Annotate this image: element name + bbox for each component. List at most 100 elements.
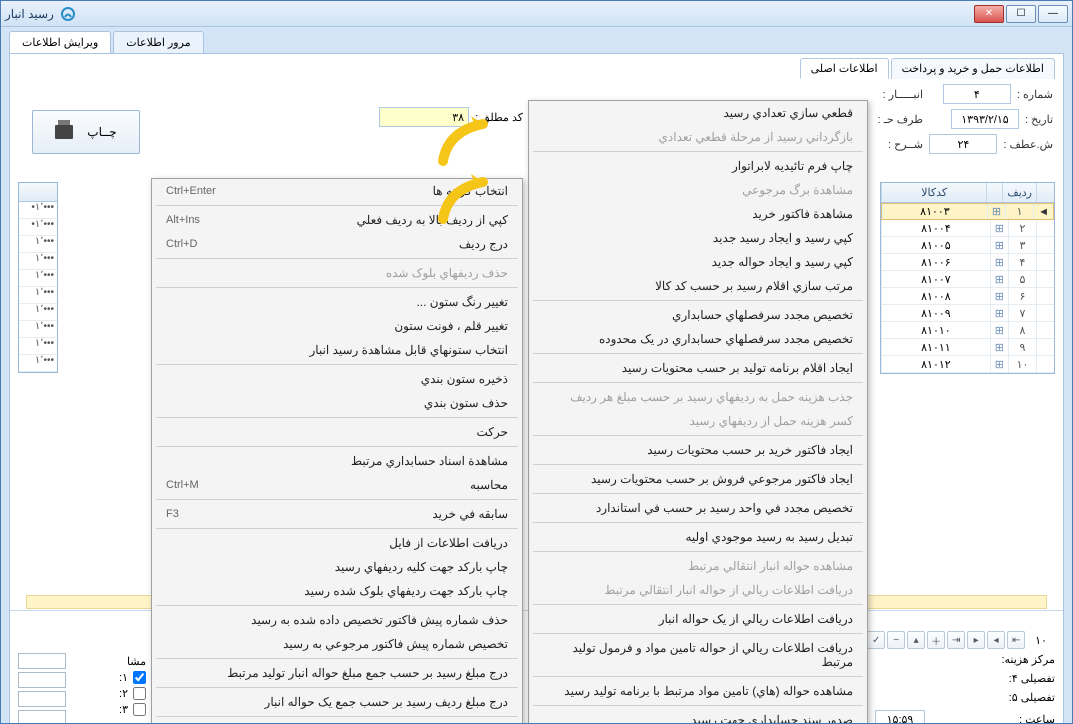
expand-icon[interactable]: ⊞ <box>987 204 1005 219</box>
tab-main[interactable]: اطلاعات اصلی <box>800 58 889 79</box>
nav-next[interactable]: ▸ <box>967 631 985 649</box>
colorbox-4[interactable] <box>18 710 66 724</box>
maximize-button[interactable]: ☐ <box>1006 5 1036 23</box>
expand-icon[interactable]: ⊞ <box>990 339 1008 355</box>
chk-3[interactable]: ۳: <box>86 703 146 716</box>
minimize-button[interactable]: — <box>1038 5 1068 23</box>
menu-separator <box>533 435 863 436</box>
tab-browse[interactable]: مرور اطلاعات <box>113 31 203 53</box>
menu-item[interactable]: چاپ بارکد جهت رديفهاي بلوک شده رسيد <box>152 579 522 603</box>
menu-item[interactable]: درج مبلغ رديف رسيد بر حسب جمع يک حواله ا… <box>152 690 522 714</box>
expand-icon[interactable]: ⊞ <box>990 271 1008 287</box>
menu-item[interactable]: درج مبلغ رسيد بر حسب جمع مبلغ حواله انبا… <box>152 661 522 685</box>
table-row[interactable]: ۶⊞۸۱۰۰۸ <box>881 288 1054 305</box>
print-button[interactable]: چــاپ <box>32 110 140 154</box>
menu-item[interactable]: مشاهده حواله (هاي) تامين مواد مرتبط با ب… <box>529 679 867 703</box>
expand-icon[interactable]: ⊞ <box>990 322 1008 338</box>
left-value-cell: ۱٬••• <box>19 253 57 270</box>
colorbox-1[interactable] <box>18 653 66 669</box>
menu-item[interactable]: ذخيره ستون بندي <box>152 367 522 391</box>
nav-prev[interactable]: ◂ <box>987 631 1005 649</box>
input-date[interactable] <box>951 109 1019 129</box>
menu-item[interactable]: تخصيص شماره پيش فاکتور مرجوعي به رسيد <box>152 632 522 656</box>
menu-item[interactable]: چاپ بارکد جهت کليه رديفهاي رسيد <box>152 555 522 579</box>
menu-item[interactable]: درج رديفCtrl+D <box>152 232 522 256</box>
col-code[interactable]: کدکالا <box>881 183 986 202</box>
close-button[interactable]: ✕ <box>974 5 1004 23</box>
menu-item-label: کپي رسيد و ايجاد حواله جديد <box>712 255 853 269</box>
table-row[interactable]: ۳⊞۸۱۰۰۵ <box>881 237 1054 254</box>
menu-item[interactable]: دريافت اطلاعات ريالي از يک حواله انبار <box>529 607 867 631</box>
chk-mosh[interactable]: مشا <box>86 655 146 668</box>
menu-item[interactable]: کپي رسيد و ايجاد رسيد جديد <box>529 226 867 250</box>
menu-item[interactable]: مرتب سازي اقلام رسيد بر حسب کد کالا <box>529 274 867 298</box>
expand-icon[interactable]: ⊞ <box>990 356 1008 372</box>
input-time[interactable] <box>875 710 925 724</box>
menu-item[interactable]: تغيير رنگ ستون ... <box>152 290 522 314</box>
table-row[interactable]: ۸⊞۸۱۰۱۰ <box>881 322 1054 339</box>
expand-icon[interactable]: ⊞ <box>990 254 1008 270</box>
grid-body: ◄۱⊞۸۱۰۰۳۲⊞۸۱۰۰۴۳⊞۸۱۰۰۵۴⊞۸۱۰۰۶۵⊞۸۱۰۰۷۶⊞۸۱… <box>881 203 1054 373</box>
nav-confirm[interactable]: ✓ <box>867 631 885 649</box>
menu-item[interactable]: ايجاد اقلام برنامه توليد بر حسب محتويات … <box>529 356 867 380</box>
printer-icon <box>55 125 73 139</box>
menu-item[interactable]: تخصيص مجدد سرفصلهاي حسابداري <box>529 303 867 327</box>
table-row[interactable]: ۴⊞۸۱۰۰۶ <box>881 254 1054 271</box>
nav-delete[interactable]: − <box>887 631 905 649</box>
nav-last[interactable]: ⇥ <box>947 631 965 649</box>
chk-2[interactable]: ۲: <box>86 687 146 700</box>
colorbox-2[interactable] <box>18 672 66 688</box>
expand-icon[interactable]: ⊞ <box>990 288 1008 304</box>
expand-icon[interactable]: ⊞ <box>990 305 1008 321</box>
tab-transport[interactable]: اطلاعات حمل و خرید و پرداخت <box>891 58 1055 79</box>
cell-code: ۸۱۰۰۷ <box>881 271 990 287</box>
menu-item[interactable]: تغيير قلم ، فونت ستون <box>152 314 522 338</box>
label-cost-center: مرکز هزینه: <box>1001 653 1055 666</box>
menu-item[interactable]: سابقه في خريدF3 <box>152 502 522 526</box>
cell-code: ۸۱۰۱۰ <box>881 322 990 338</box>
chk-1[interactable]: ۱: <box>86 671 146 684</box>
menu-item[interactable]: کپي رسيد و ايجاد حواله جديد <box>529 250 867 274</box>
table-row[interactable]: ۲⊞۸۱۰۰۴ <box>881 220 1054 237</box>
tab-edit[interactable]: ویرایش اطلاعات <box>9 31 111 53</box>
table-row[interactable]: ۱۰⊞۸۱۰۱۲ <box>881 356 1054 373</box>
menu-item[interactable]: مشاهده کاردکس <box>152 719 522 724</box>
expand-icon[interactable]: ⊞ <box>990 220 1008 236</box>
menu-item[interactable]: صدور سند حسابداري جهت رسيد <box>529 708 867 724</box>
table-row[interactable]: ۹⊞۸۱۰۱۱ <box>881 339 1054 356</box>
col-arrow <box>1036 183 1054 202</box>
menu-item[interactable]: حذف شماره پيش فاکتور تخصيص داده شده به ر… <box>152 608 522 632</box>
menu-item[interactable]: ايجاد فاكتور خريد بر حسب محتويات رسيد <box>529 438 867 462</box>
expand-icon[interactable]: ⊞ <box>990 237 1008 253</box>
table-row[interactable]: ۷⊞۸۱۰۰۹ <box>881 305 1054 322</box>
input-atf[interactable] <box>929 134 997 154</box>
menu-item[interactable]: محاسبهCtrl+M <box>152 473 522 497</box>
row-indicator <box>1036 305 1054 321</box>
menu-item[interactable]: دريافت اطلاعات از فايل <box>152 531 522 555</box>
colorbox-3[interactable] <box>18 691 66 707</box>
menu-item-label: محاسبه <box>470 478 508 492</box>
menu-item[interactable]: تبديل رسيد به رسيد موجودي اوليه <box>529 525 867 549</box>
menu-item[interactable]: انتخاب ستونهاي قابل مشاهدة رسيد انبار <box>152 338 522 362</box>
menu-item[interactable]: دريافت اطلاعات ريالي از حواله تامين مواد… <box>529 636 867 674</box>
menu-item[interactable]: مشاهدة اسناد حسابداري مرتبط <box>152 449 522 473</box>
menu-item[interactable]: تخصيص مجدد سرفصلهاي حسابداري در یک محدود… <box>529 327 867 351</box>
table-row[interactable]: ◄۱⊞۸۱۰۰۳ <box>881 203 1054 220</box>
nav-add[interactable]: ＋ <box>927 631 945 649</box>
col-row[interactable]: ردیف <box>1002 183 1036 202</box>
print-label: چــاپ <box>87 125 116 139</box>
app-icon <box>60 6 76 22</box>
menu-item[interactable]: تخصيص مجدد في واحد رسيد بر حسب في استاند… <box>529 496 867 520</box>
menu-item[interactable]: قطعي سازي تعدادي رسيد <box>529 101 867 125</box>
cell-index: ۳ <box>1008 237 1036 253</box>
menu-item[interactable]: چاپ فرم تائيديه لابراتوار <box>529 154 867 178</box>
menu-item[interactable]: حذف ستون بندي <box>152 391 522 415</box>
menu-separator <box>533 493 863 494</box>
menu-item[interactable]: ايجاد فاكتور مرجوعي فروش بر حسب محتويات … <box>529 467 867 491</box>
menu-item[interactable]: مشاهدة فاکتور خريد <box>529 202 867 226</box>
nav-first[interactable]: ⇤ <box>1007 631 1025 649</box>
table-row[interactable]: ۵⊞۸۱۰۰۷ <box>881 271 1054 288</box>
input-number[interactable] <box>943 84 1011 104</box>
nav-edit[interactable]: ▴ <box>907 631 925 649</box>
menu-item[interactable]: حرکت <box>152 420 522 444</box>
